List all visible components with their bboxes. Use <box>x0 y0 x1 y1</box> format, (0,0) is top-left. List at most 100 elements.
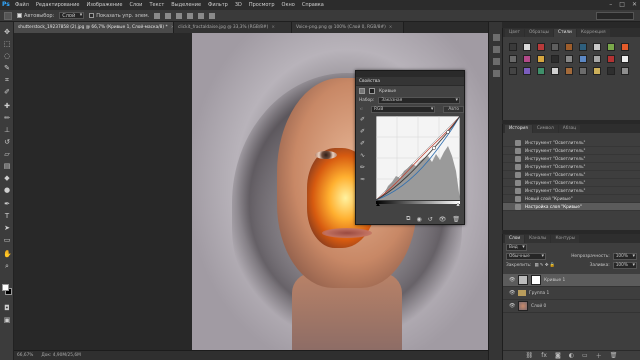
shape-tool-icon[interactable]: ▭ <box>3 236 11 244</box>
tab-history[interactable]: История <box>505 125 532 133</box>
tab-document-1[interactable]: shutterstock_19237858 (2).jpg @ 66,7% (К… <box>14 22 174 33</box>
maximize-button[interactable]: □ <box>619 1 625 8</box>
style-swatch[interactable] <box>551 55 559 63</box>
history-item[interactable]: Инструмент "Осветлитель" <box>503 179 640 187</box>
style-swatch[interactable] <box>509 43 517 51</box>
reset-icon[interactable]: ↺ <box>428 216 433 223</box>
gradient-tool-icon[interactable]: ▤ <box>3 162 11 170</box>
style-swatch[interactable] <box>579 43 587 51</box>
tab-character[interactable]: Символ <box>532 125 558 133</box>
preset-dropdown[interactable]: Заказная <box>378 97 460 104</box>
menu-image[interactable]: Изображение <box>86 2 122 8</box>
autoselect-toggle[interactable]: Автовыбор: <box>17 12 54 19</box>
history-item[interactable]: Инструмент "Осветлитель" <box>503 171 640 179</box>
style-swatch[interactable] <box>523 55 531 63</box>
style-swatch[interactable] <box>579 55 587 63</box>
curve-point[interactable] <box>432 146 436 150</box>
transform-checkbox[interactable] <box>89 12 95 18</box>
marquee-tool-icon[interactable]: ⬚ <box>3 40 11 48</box>
quick-select-tool-icon[interactable]: ✎ <box>3 64 11 72</box>
collapsed-panel-icon[interactable] <box>493 34 500 41</box>
move-tool-icon[interactable] <box>4 11 12 20</box>
style-swatch[interactable] <box>565 55 573 63</box>
trash-icon[interactable]: 🗑 <box>452 216 460 223</box>
style-swatch[interactable] <box>607 67 615 75</box>
align-right-icon[interactable] <box>209 12 216 19</box>
collapsed-panel-icon[interactable] <box>493 46 500 53</box>
menu-layers[interactable]: Слои <box>129 2 142 8</box>
autoselect-dropdown[interactable]: Слой <box>59 12 85 19</box>
blur-tool-icon[interactable]: ◆ <box>3 174 11 182</box>
close-icon[interactable]: × <box>389 25 393 30</box>
tab-layers[interactable]: Слои <box>505 235 525 243</box>
screen-mode-icon[interactable]: ▣ <box>3 316 11 324</box>
align-middle-icon[interactable] <box>165 12 172 19</box>
visibility-icon[interactable]: 👁 <box>509 277 515 283</box>
auto-button[interactable]: Авто <box>443 106 464 113</box>
visibility-icon[interactable]: 👁 <box>509 303 515 309</box>
style-swatch[interactable] <box>523 67 531 75</box>
hand-tool-icon[interactable]: ✋ <box>3 250 12 258</box>
style-swatch[interactable] <box>593 67 601 75</box>
history-item[interactable]: Инструмент "Осветлитель" <box>503 139 640 147</box>
history-item[interactable]: Инструмент "Осветлитель" <box>503 155 640 163</box>
new-group-icon[interactable]: ▭ <box>582 352 588 359</box>
menu-window[interactable]: Окно <box>282 2 295 8</box>
lasso-tool-icon[interactable]: ◌ <box>3 52 11 60</box>
opacity-input[interactable]: 100% <box>612 253 637 260</box>
healing-brush-icon[interactable]: ✚ <box>3 102 11 110</box>
menu-text[interactable]: Текст <box>149 2 164 8</box>
view-previous-icon[interactable]: ◉ <box>416 216 421 223</box>
menu-edit[interactable]: Редактирование <box>36 2 80 8</box>
curves-graph[interactable] <box>376 116 460 206</box>
foreground-color-swatch[interactable] <box>2 284 9 291</box>
blend-mode-dropdown[interactable]: Обычные <box>506 253 546 260</box>
history-item[interactable]: Настройка слоя "Кривые" <box>503 203 640 211</box>
clone-stamp-icon[interactable]: ⊥ <box>3 126 11 134</box>
pen-tool-icon[interactable]: ✒ <box>3 200 11 208</box>
tab-document-2[interactable]: clickit_fractaldaise.jpg @ 33,3% (RGB/8#… <box>174 22 292 33</box>
style-swatch[interactable] <box>523 43 531 51</box>
tab-swatches[interactable]: Образцы <box>525 29 554 37</box>
pipette-white-icon[interactable]: ✐ <box>359 140 366 147</box>
eyedropper-tool-icon[interactable]: ✐ <box>3 88 11 96</box>
style-swatch[interactable] <box>537 43 545 51</box>
menu-3d[interactable]: 3D <box>235 2 242 8</box>
curves-adjustment-icon[interactable] <box>359 88 365 94</box>
transform-toggle[interactable]: Показать упр. элем. <box>89 12 149 19</box>
style-swatch[interactable] <box>509 67 517 75</box>
style-swatch[interactable] <box>621 43 629 51</box>
menu-view[interactable]: Просмотр <box>249 2 275 8</box>
tab-adjustments[interactable]: Коррекция <box>576 29 610 37</box>
style-swatch[interactable] <box>537 55 545 63</box>
history-item[interactable]: Инструмент "Осветлитель" <box>503 147 640 155</box>
curve-point[interactable] <box>446 130 450 134</box>
visibility-icon[interactable]: 👁 <box>509 290 515 296</box>
pipette-black-icon[interactable]: ✐ <box>359 116 366 123</box>
brush-tool-icon[interactable]: ✏ <box>3 114 11 122</box>
type-tool-icon[interactable]: T <box>3 212 11 220</box>
eraser-tool-icon[interactable]: ▱ <box>3 150 11 158</box>
menu-select[interactable]: Выделение <box>171 2 201 8</box>
close-button[interactable]: ✕ <box>632 1 637 8</box>
pencil-curve-icon[interactable]: ✏ <box>359 164 366 171</box>
style-swatch[interactable] <box>551 67 559 75</box>
history-item[interactable]: Инструмент "Осветлитель" <box>503 163 640 171</box>
move-tool-icon[interactable]: ✥ <box>3 28 11 36</box>
doc-info[interactable]: Док: 4,90M/25,6M <box>41 353 80 358</box>
layer-mask-thumbnail[interactable] <box>531 275 541 285</box>
style-swatch[interactable] <box>551 43 559 51</box>
menu-help[interactable]: Справка <box>302 2 324 8</box>
collapsed-panel-icon[interactable] <box>493 58 500 65</box>
menu-file[interactable]: Файл <box>15 2 29 8</box>
history-brush-icon[interactable]: ↺ <box>3 138 11 146</box>
style-swatch[interactable] <box>565 43 573 51</box>
workspace-select[interactable] <box>596 12 634 20</box>
tab-channels[interactable]: Каналы <box>525 235 551 243</box>
curve-edit-icon[interactable]: ∿ <box>359 152 366 159</box>
align-center-icon[interactable] <box>198 12 205 19</box>
fill-input[interactable]: 100% <box>612 262 637 269</box>
style-swatch[interactable] <box>537 67 545 75</box>
menu-filter[interactable]: Фильтр <box>208 2 228 8</box>
style-swatch[interactable] <box>565 67 573 75</box>
